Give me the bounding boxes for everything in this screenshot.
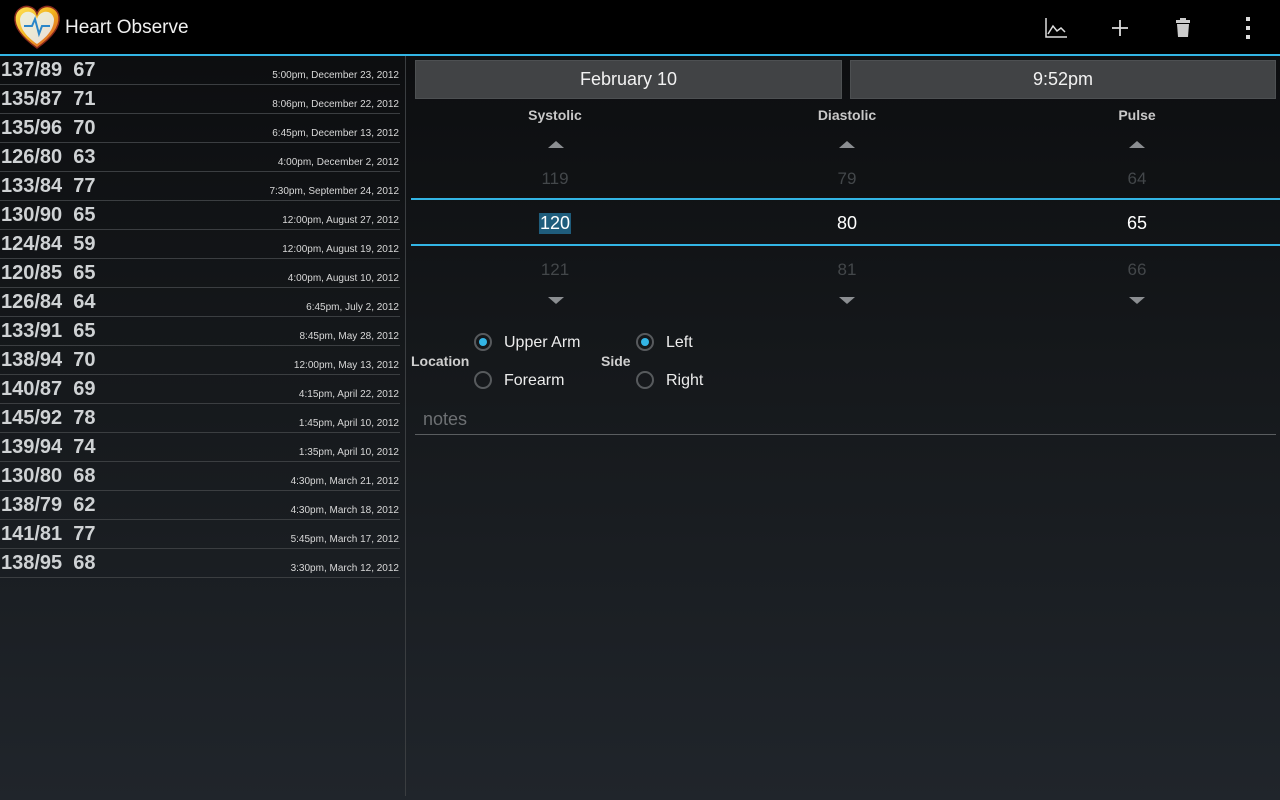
reading-list-item[interactable]: 126/84 64 6:45pm, July 2, 2012 <box>0 288 400 317</box>
reading-list-item[interactable]: 133/91 65 8:45pm, May 28, 2012 <box>0 317 400 346</box>
systolic-decrement-arrow-icon[interactable] <box>548 297 564 304</box>
side-label: Side <box>601 353 631 369</box>
reading-list-item[interactable]: 135/87 71 8:06pm, December 22, 2012 <box>0 85 400 114</box>
reading-list-item[interactable]: 120/85 65 4:00pm, August 10, 2012 <box>0 259 400 288</box>
reading-timestamp: 12:00pm, August 19, 2012 <box>282 244 399 255</box>
reading-list-item[interactable]: 138/79 62 4:30pm, March 18, 2012 <box>0 491 400 520</box>
reading-timestamp: 12:00pm, May 13, 2012 <box>293 360 399 371</box>
reading-timestamp: 1:45pm, April 10, 2012 <box>298 418 399 429</box>
reading-list-item[interactable]: 126/80 63 4:00pm, December 2, 2012 <box>0 143 400 172</box>
reading-list-item[interactable]: 138/94 70 12:00pm, May 13, 2012 <box>0 346 400 375</box>
reading-values: 141/81 77 <box>1 523 96 545</box>
systolic-prev-value[interactable]: 119 <box>541 169 568 189</box>
reading-values: 133/84 77 <box>1 175 96 197</box>
app-title: Heart Observe <box>65 17 189 38</box>
reading-list-item[interactable]: 145/92 78 1:45pm, April 10, 2012 <box>0 404 400 433</box>
reading-values: 130/80 68 <box>1 465 96 487</box>
reading-timestamp: 8:45pm, May 28, 2012 <box>299 331 399 342</box>
reading-values: 124/84 59 <box>1 233 96 255</box>
reading-list-item[interactable]: 137/89 67 5:00pm, December 23, 2012 <box>0 56 400 85</box>
pulse-input[interactable]: 65 <box>1127 213 1147 234</box>
readings-list: 137/89 67 5:00pm, December 23, 2012 135/87… <box>0 56 406 796</box>
reading-list-item[interactable]: 138/95 68 3:30pm, March 12, 2012 <box>0 549 400 578</box>
pulse-label: Pulse <box>1118 107 1156 123</box>
heart-logo-icon[interactable] <box>12 4 62 50</box>
reading-timestamp: 5:00pm, December 23, 2012 <box>272 70 399 81</box>
reading-values: 130/90 65 <box>1 204 96 226</box>
reading-values: 138/94 70 <box>1 349 96 371</box>
reading-values: 126/80 63 <box>1 146 96 168</box>
reading-list-item[interactable]: 140/87 69 4:15pm, April 22, 2012 <box>0 375 400 404</box>
reading-timestamp: 5:45pm, March 17, 2012 <box>290 534 399 545</box>
reading-values: 140/87 69 <box>1 378 96 400</box>
diastolic-prev-value[interactable]: 79 <box>838 169 857 189</box>
forearm-radio[interactable] <box>474 371 492 389</box>
reading-timestamp: 8:06pm, December 22, 2012 <box>272 99 399 110</box>
reading-list-item[interactable]: 139/94 74 1:35pm, April 10, 2012 <box>0 433 400 462</box>
delete-button[interactable] <box>1163 8 1203 48</box>
reading-timestamp: 4:00pm, December 2, 2012 <box>277 157 399 168</box>
upper-arm-radio-label[interactable]: Upper Arm <box>504 334 580 352</box>
diastolic-increment-arrow-icon[interactable] <box>839 141 855 148</box>
reading-timestamp: 4:15pm, April 22, 2012 <box>298 389 399 400</box>
pulse-increment-arrow-icon[interactable] <box>1129 141 1145 148</box>
reading-values: 139/94 74 <box>1 436 96 458</box>
pulse-next-value[interactable]: 66 <box>1128 260 1147 280</box>
pulse-decrement-arrow-icon[interactable] <box>1129 297 1145 304</box>
upper-arm-radio[interactable] <box>474 333 492 351</box>
right-side-radio[interactable] <box>636 371 654 389</box>
plus-icon <box>1112 20 1128 36</box>
systolic-input[interactable]: 120 <box>538 213 572 234</box>
systolic-next-value[interactable]: 121 <box>541 260 569 280</box>
add-button[interactable] <box>1100 8 1140 48</box>
reading-timestamp: 1:35pm, April 10, 2012 <box>298 447 399 458</box>
diastolic-input[interactable]: 80 <box>837 213 857 234</box>
reading-values: 145/92 78 <box>1 407 96 429</box>
date-button[interactable]: February 10 <box>415 60 842 99</box>
chart-line-icon <box>1045 18 1067 38</box>
reading-timestamp: 7:30pm, September 24, 2012 <box>269 186 399 197</box>
reading-list-item[interactable]: 135/96 70 6:45pm, December 13, 2012 <box>0 114 400 143</box>
reading-values: 138/79 62 <box>1 494 96 516</box>
picker-selection-bottom-divider <box>411 244 1280 246</box>
reading-timestamp: 12:00pm, August 27, 2012 <box>282 215 399 226</box>
reading-values: 137/89 67 <box>1 59 96 81</box>
reading-values: 135/87 71 <box>1 88 96 110</box>
pulse-prev-value[interactable]: 64 <box>1128 169 1147 189</box>
left-side-radio[interactable] <box>636 333 654 351</box>
time-button[interactable]: 9:52pm <box>850 60 1276 99</box>
reading-timestamp: 4:00pm, August 10, 2012 <box>287 273 399 284</box>
trash-icon <box>1176 18 1190 37</box>
reading-values: 135/96 70 <box>1 117 96 139</box>
more-vert-icon <box>1246 17 1250 39</box>
diastolic-decrement-arrow-icon[interactable] <box>839 297 855 304</box>
location-label: Location <box>411 353 470 369</box>
reading-values: 120/85 65 <box>1 262 96 284</box>
reading-timestamp: 4:30pm, March 18, 2012 <box>290 505 399 516</box>
reading-values: 138/95 68 <box>1 552 96 574</box>
reading-timestamp: 4:30pm, March 21, 2012 <box>290 476 399 487</box>
diastolic-label: Diastolic <box>817 107 877 123</box>
systolic-increment-arrow-icon[interactable] <box>548 141 564 148</box>
left-side-radio-label[interactable]: Left <box>666 334 693 352</box>
reading-timestamp: 6:45pm, December 13, 2012 <box>272 128 399 139</box>
notes-input[interactable] <box>415 405 1276 435</box>
overflow-menu-button[interactable] <box>1228 8 1268 48</box>
action-bar: Heart Observe <box>0 0 1280 56</box>
reading-values: 133/91 65 <box>1 320 96 342</box>
reading-list-item[interactable]: 130/80 68 4:30pm, March 21, 2012 <box>0 462 400 491</box>
reading-timestamp: 3:30pm, March 12, 2012 <box>290 563 399 574</box>
picker-selection-top-divider <box>411 198 1280 200</box>
reading-values: 126/84 64 <box>1 291 96 313</box>
reading-timestamp: 6:45pm, July 2, 2012 <box>306 302 399 313</box>
reading-list-item[interactable]: 133/84 77 7:30pm, September 24, 2012 <box>0 172 400 201</box>
diastolic-next-value[interactable]: 81 <box>838 260 857 280</box>
reading-list-item[interactable]: 141/81 77 5:45pm, March 17, 2012 <box>0 520 400 549</box>
forearm-radio-label[interactable]: Forearm <box>504 372 564 390</box>
right-side-radio-label[interactable]: Right <box>666 372 703 390</box>
systolic-label: Systolic <box>528 107 582 123</box>
reading-list-item[interactable]: 124/84 59 12:00pm, August 19, 2012 <box>0 230 400 259</box>
graph-button[interactable] <box>1036 8 1076 48</box>
reading-list-item[interactable]: 130/90 65 12:00pm, August 27, 2012 <box>0 201 400 230</box>
